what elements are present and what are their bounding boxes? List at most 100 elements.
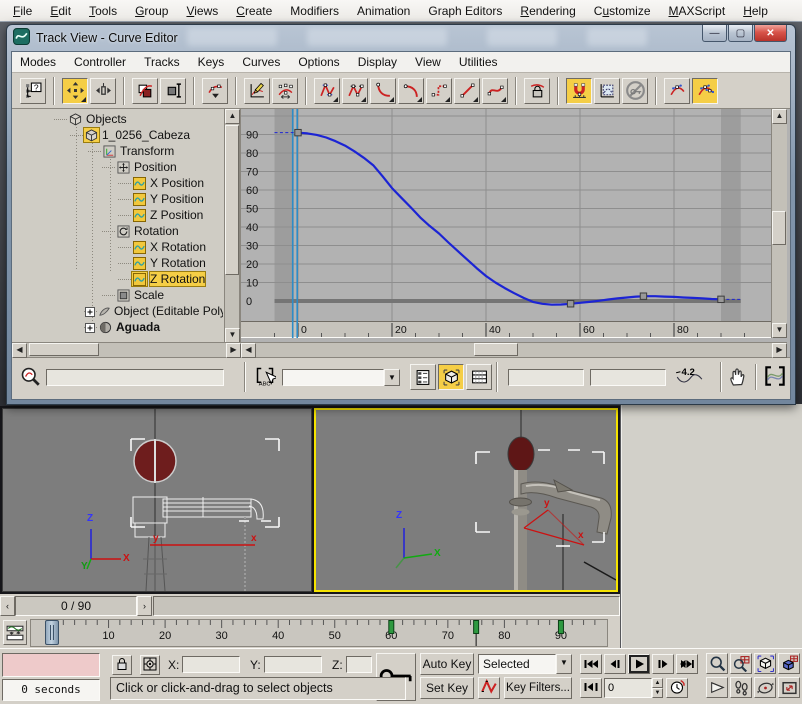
scroll-down-arrow[interactable]: ▼ [225,328,240,343]
key-mode-toggle-button[interactable] [580,678,602,698]
time-ruler[interactable]: 020406080 [241,321,771,338]
tree-item-position[interactable]: Position [12,159,223,175]
tv-menu-controller[interactable]: Controller [74,53,136,71]
snap-frames-button[interactable] [566,78,592,104]
tree-item-scale[interactable]: Scale [12,287,223,303]
scroll-up-arrow[interactable]: ▲ [225,109,240,124]
tree-item-label[interactable]: Y Rotation [150,256,206,270]
menu-group[interactable]: Group [126,2,177,20]
tree-item-label[interactable]: Rotation [134,224,179,238]
listener-time-line[interactable]: 0 seconds [2,679,100,701]
key-time-field[interactable] [508,369,584,386]
next-frame-arrow-button[interactable]: › [137,596,152,616]
track-view-titlebar[interactable]: Track View - Curve Editor — ▢ ✕ [7,25,795,51]
zoom-selected-object-icon[interactable] [20,366,40,389]
filters-button[interactable]: ? [20,78,46,104]
tree-item-y-rotation[interactable]: Y Rotation [12,255,223,271]
menu-tools[interactable]: Tools [80,2,126,20]
tree-vertical-scrollbar[interactable]: ▲ ▼ [224,109,239,343]
menu-modifiers[interactable]: Modifiers [281,2,348,20]
expand-plus-icon[interactable] [85,306,95,316]
tv-menu-view[interactable]: View [415,53,451,71]
menu-views[interactable]: Views [177,2,227,20]
tree-item-label[interactable]: Y Position [150,192,204,206]
expand-plus-icon[interactable] [85,322,95,332]
previous-frame-arrow-button[interactable]: ‹ [0,596,15,616]
tree-item-label[interactable]: Aguada [116,320,160,334]
tree-item-label[interactable]: Transform [120,144,174,158]
dope-grid-button[interactable] [466,364,492,390]
tree-horizontal-scrollbar[interactable]: ◀ ▶ [12,342,241,357]
key-value-field[interactable] [590,369,666,386]
track-bar-ruler[interactable]: 102030405060708090 [30,619,608,650]
tree-item-label[interactable]: X Position [150,176,204,190]
tree-item-x-rotation[interactable]: X Rotation [12,239,223,255]
show-tangents-button[interactable] [664,78,690,104]
viewport-front-wireframe[interactable]: Z Y X y x [2,408,312,592]
zoom-value-extents-icon[interactable] [763,365,787,390]
key-stats-icon[interactable]: 4.2 [674,365,704,390]
absolute-offset-mode-toggle[interactable] [140,655,160,675]
scale-values-button[interactable] [160,78,186,104]
tree-item-label[interactable]: 1_0256_Cabeza [102,128,190,142]
close-button[interactable]: ✕ [754,25,787,42]
menu-file[interactable]: File [4,2,41,20]
menu-help[interactable]: Help [734,2,777,20]
menu-rendering[interactable]: Rendering [511,2,584,20]
tree-item-z-rotation[interactable]: Z Rotation [12,271,223,287]
time-slider-frame-display[interactable]: 0 / 90 [15,596,137,616]
zoom-extents-all-button[interactable] [778,653,800,674]
dropdown-arrow-icon[interactable]: ▼ [384,369,400,386]
lock-tangents-button[interactable] [524,78,550,104]
maximize-viewport-button[interactable] [778,677,800,698]
show-selected-curves-button[interactable] [438,364,464,390]
frame-spinner[interactable]: ▲▼ [652,678,663,698]
auto-key-button[interactable]: Auto Key [420,653,474,675]
tree-item-transform[interactable]: Transform [12,143,223,159]
set-tangents-linear-button[interactable] [454,78,480,104]
set-tangents-custom-button[interactable] [342,78,368,104]
maxscript-mini-listener[interactable] [2,653,100,677]
zoom-extents-button[interactable] [754,653,776,674]
tree-item-y-position[interactable]: Y Position [12,191,223,207]
tree-item-label[interactable]: Scale [134,288,164,302]
minimize-button[interactable]: — [702,25,727,42]
go-to-end-button[interactable] [676,654,698,674]
y-coordinate-field[interactable] [264,656,322,673]
curve-graph-panel[interactable]: 0102030405060708090 020406080 ▲ ▼ ◀ ▶ [241,109,790,357]
tree-item-label[interactable]: X Rotation [150,240,206,254]
menu-customize[interactable]: Customize [585,2,660,20]
x-coordinate-field[interactable] [182,656,240,673]
menu-maxscript[interactable]: MAXScript [660,2,735,20]
track-view-window[interactable]: Track View - Curve Editor — ▢ ✕ ModesCon… [6,24,796,405]
play-button[interactable] [628,654,650,674]
tv-menu-options[interactable]: Options [298,53,349,71]
zoom-all-button[interactable] [730,653,752,674]
tree-item-label[interactable]: Z Position [150,208,203,222]
current-frame-field[interactable] [604,678,652,698]
tree-item-x-position[interactable]: X Position [12,175,223,191]
tree-item-z-position[interactable]: Z Position [12,207,223,223]
selection-lock-toggle[interactable] [112,655,132,675]
set-tangents-step-button[interactable] [426,78,452,104]
field-of-view-button[interactable] [706,677,728,698]
key-filters-button[interactable]: Key Filters... [504,677,572,699]
scroll-up-arrow[interactable]: ▲ [772,109,787,124]
graph-vertical-scrollbar[interactable]: ▲ ▼ [771,109,787,338]
select-by-name-icon[interactable]: ABC [254,366,276,389]
walk-through-button[interactable] [730,677,752,698]
set-key-button[interactable]: Set Key [420,677,474,699]
pan-hand-icon[interactable] [727,365,749,390]
maximize-button[interactable]: ▢ [728,25,753,42]
previous-frame-button[interactable] [604,654,626,674]
scale-keys-button[interactable] [132,78,158,104]
scroll-left-arrow[interactable]: ◀ [241,343,256,358]
reduce-keys-button[interactable] [272,78,298,104]
tree-item-label[interactable]: Position [134,160,177,174]
show-keyable-button[interactable] [622,78,648,104]
add-keys-button[interactable] [202,78,228,104]
tv-menu-utilities[interactable]: Utilities [459,53,508,71]
tv-menu-display[interactable]: Display [358,53,407,71]
tree-item-object-editable-poly-[interactable]: Object (Editable Poly) [12,303,223,319]
draw-curves-button[interactable] [244,78,270,104]
